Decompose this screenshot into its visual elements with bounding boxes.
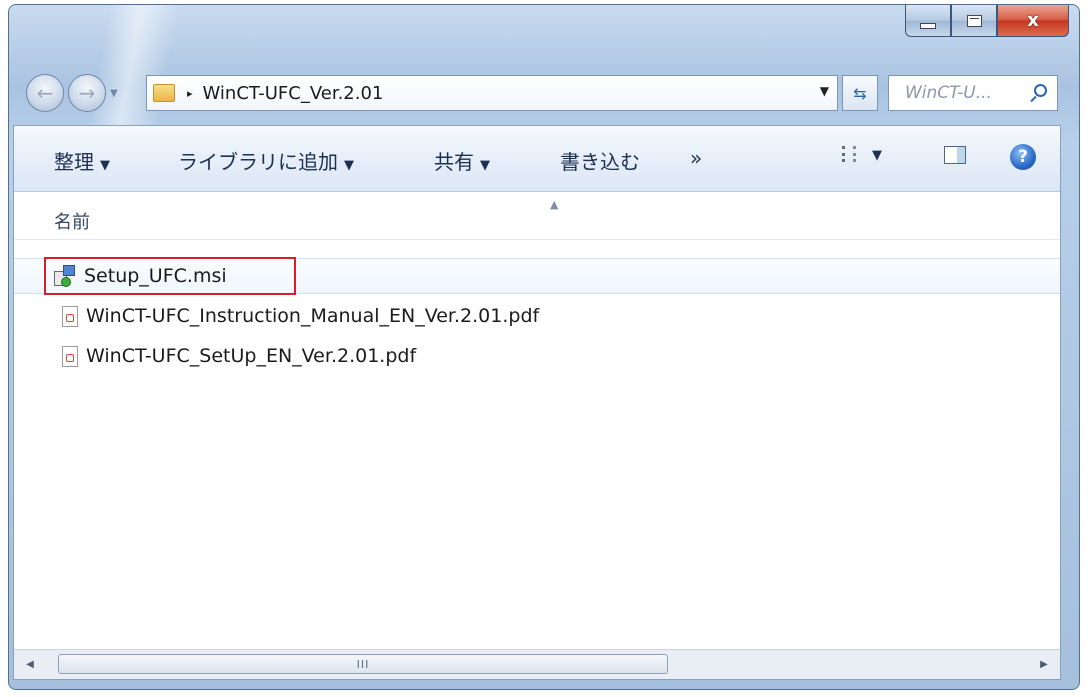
share-menu[interactable]: 共有 ▼ <box>434 146 490 175</box>
change-view-icon[interactable] <box>842 146 856 162</box>
navigation-bar: ← → ▼ ▸ WinCT-UFC_Ver.2.01 ▼ ⇆ WinCT-U..… <box>20 70 1060 114</box>
sort-ascending-icon: ▲ <box>550 198 559 211</box>
address-bar[interactable]: ▸ WinCT-UFC_Ver.2.01 ▼ <box>146 75 838 111</box>
search-input[interactable]: WinCT-U... <box>888 75 1058 111</box>
breadcrumb-current-folder[interactable]: WinCT-UFC_Ver.2.01 <box>203 83 384 104</box>
share-dropdown-icon: ▼ <box>480 158 490 173</box>
organize-dropdown-icon: ▼ <box>100 158 110 173</box>
horizontal-scrollbar[interactable]: ◀ III ▶ <box>14 649 1060 679</box>
search-placeholder: WinCT-U... <box>905 83 992 103</box>
refresh-icon: ⇆ <box>853 83 867 103</box>
view-dropdown-icon[interactable]: ▼ <box>872 148 882 163</box>
scroll-right-button[interactable]: ▶ <box>1034 654 1054 674</box>
help-icon[interactable]: ? <box>1010 144 1036 170</box>
command-bar: 整理 ▼ ライブラリに追加 ▼ 共有 ▼ 書き込む » ▼ ? <box>14 126 1060 192</box>
add-to-library-label: ライブラリに追加 <box>178 150 338 174</box>
back-button[interactable]: ← <box>26 74 64 112</box>
scroll-left-button[interactable]: ◀ <box>20 654 40 674</box>
file-name: WinCT-UFC_Instruction_Manual_EN_Ver.2.01… <box>86 305 540 327</box>
pdf-file-icon <box>62 305 78 327</box>
search-icon[interactable] <box>1034 84 1047 97</box>
minimize-icon <box>920 22 936 29</box>
chevron-left-icon: ◀ <box>26 658 34 670</box>
add-to-library-dropdown-icon: ▼ <box>344 158 354 173</box>
minimize-button[interactable] <box>905 5 951 37</box>
file-name: WinCT-UFC_SetUp_EN_Ver.2.01.pdf <box>86 345 417 367</box>
list-item[interactable]: Setup_UFC.msi <box>14 257 1060 295</box>
file-name: Setup_UFC.msi <box>84 265 227 287</box>
pdf-file-icon <box>62 345 78 367</box>
scrollbar-thumb[interactable]: III <box>58 654 668 674</box>
burn-label: 書き込む <box>560 150 640 174</box>
scrollbar-grip: III <box>356 657 370 671</box>
column-header-name[interactable]: 名前 <box>54 208 90 234</box>
more-commands-icon: » <box>690 146 703 170</box>
breadcrumb-separator-icon[interactable]: ▸ <box>187 87 193 100</box>
preview-pane-icon[interactable] <box>944 146 966 164</box>
recent-pages-dropdown-icon[interactable]: ▼ <box>110 88 118 99</box>
content-pane: 整理 ▼ ライブラリに追加 ▼ 共有 ▼ 書き込む » ▼ ? 名前 ▲ Setup_… <box>13 125 1061 680</box>
burn-button[interactable]: 書き込む <box>560 146 640 175</box>
back-arrow-icon: ← <box>36 81 54 105</box>
address-dropdown-icon[interactable]: ▼ <box>820 84 829 98</box>
forward-arrow-icon: → <box>78 81 96 105</box>
maximize-icon <box>966 14 982 27</box>
refresh-button[interactable]: ⇆ <box>842 75 878 111</box>
column-header-row: 名前 ▲ <box>14 192 1060 240</box>
close-button[interactable]: x <box>997 5 1069 37</box>
share-label: 共有 <box>434 150 474 174</box>
maximize-button[interactable] <box>951 5 997 37</box>
organize-label: 整理 <box>54 150 94 174</box>
more-commands-button[interactable]: » <box>690 146 702 170</box>
forward-button[interactable]: → <box>68 74 106 112</box>
list-item[interactable]: WinCT-UFC_Instruction_Manual_EN_Ver.2.01… <box>14 298 1060 334</box>
list-item[interactable]: WinCT-UFC_SetUp_EN_Ver.2.01.pdf <box>14 338 1060 374</box>
chevron-right-icon: ▶ <box>1040 658 1048 670</box>
organize-menu[interactable]: 整理 ▼ <box>54 146 110 175</box>
close-icon: x <box>1027 10 1039 31</box>
add-to-library-menu[interactable]: ライブラリに追加 ▼ <box>178 146 354 175</box>
folder-icon <box>153 84 175 102</box>
caption-buttons: x <box>905 5 1069 37</box>
installer-package-icon <box>54 265 76 287</box>
